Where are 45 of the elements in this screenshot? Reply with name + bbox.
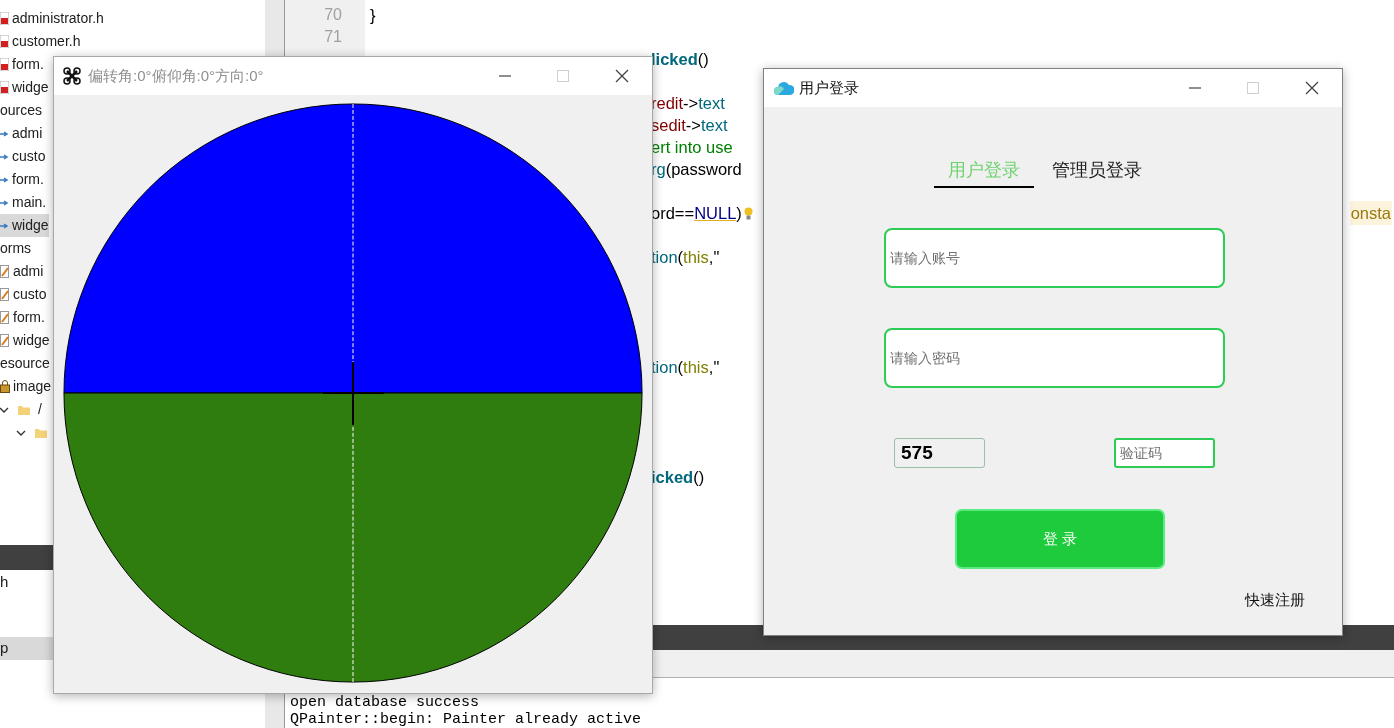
code-line: ord==NULL) [651,202,742,224]
close-icon[interactable] [1305,81,1319,95]
tree-item[interactable]: admi [0,260,44,283]
line-number: 70 [324,5,342,25]
register-link[interactable]: 快速注册 [1245,589,1305,612]
code-line: sedit->text [651,114,728,136]
close-icon[interactable] [615,69,629,83]
code-line: } [370,4,376,26]
window-title: 用户登录 [799,77,859,98]
password-field[interactable]: 请输入密码 [884,328,1225,388]
output-line: QPainter::begin: Painter already active [290,711,642,728]
window-title: 偏转角:0°俯仰角:0°方向:0° [88,65,264,86]
tree-group-label[interactable]: esource [0,352,50,375]
tree-item[interactable]: widge [0,214,49,237]
output-line: open database success [290,694,480,711]
folder-icon [18,403,30,416]
tree-item[interactable]: customer.h [0,30,81,53]
drone-icon [63,67,81,85]
tree-item[interactable]: form. [0,53,44,76]
tree-item[interactable]: widge [0,76,49,99]
folder-icon [35,426,47,439]
panel-item[interactable]: h [0,571,53,594]
login-tab[interactable]: 管理员登录 [1038,152,1156,188]
tree-group-label[interactable]: orms [0,237,32,260]
captcha-code: 575 [894,438,985,468]
account-field[interactable]: 请输入账号 [884,228,1225,288]
tree-item[interactable]: form. [0,168,44,191]
tree-group-label[interactable]: ources [0,99,43,122]
tree-item[interactable]: custo [0,283,47,306]
code-line: licked() [651,48,709,70]
tree-item[interactable]: main. [0,191,47,214]
line-number: 71 [324,27,342,47]
tree-item[interactable]: custo [0,145,46,168]
cloud-icon [774,80,794,96]
tree-item[interactable]: administrator.h [0,7,104,30]
lightbulb-icon[interactable] [743,206,753,220]
tree-item[interactable]: image [0,375,52,398]
resource-file-icon [0,380,10,393]
captcha-field[interactable]: 验证码 [1114,438,1215,468]
tree-item[interactable]: form. [0,306,45,329]
tree-item[interactable]: admi [0,122,43,145]
code-hint: onsta [1349,200,1392,226]
tree-item[interactable]: / [0,398,42,421]
tree-item[interactable]: widge [0,329,50,352]
panel-item[interactable]: p [0,637,53,660]
